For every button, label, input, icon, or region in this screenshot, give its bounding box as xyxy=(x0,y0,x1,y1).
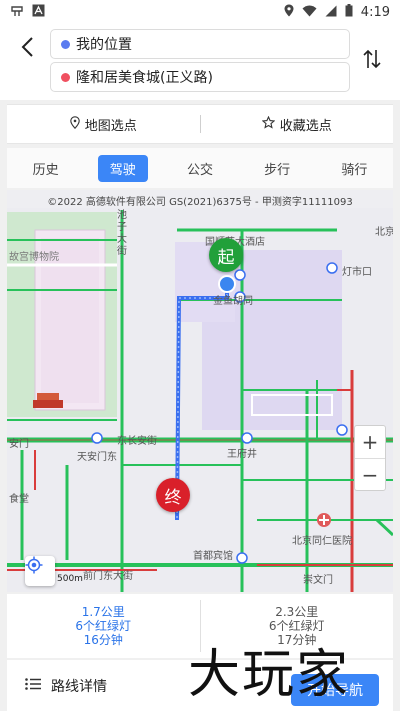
watermark: 大玩家 xyxy=(188,645,351,705)
map-label-jinyu: 金鱼胡同 xyxy=(213,296,253,307)
back-arrow-icon xyxy=(20,36,34,62)
tab-drive[interactable]: 驾驶 xyxy=(97,154,148,182)
signal-icon xyxy=(325,5,337,20)
map-label-palace: 故宫博物院 xyxy=(9,252,59,263)
favorite-pick-label: 收藏选点 xyxy=(279,118,332,134)
route-map[interactable]: ©2022 高德软件有限公司 GS(2021)6375号 - 甲测资字11111… xyxy=(7,190,393,592)
map-label-chi-street: 池子大街 xyxy=(117,210,127,257)
route-distance: 1.7公里 xyxy=(81,605,125,619)
origin-dot-icon xyxy=(61,39,70,49)
route-distance: 2.3公里 xyxy=(275,605,319,619)
map-pick-button[interactable]: 地图选点 xyxy=(7,115,200,134)
map-label-qianmen: 前门东大街 xyxy=(83,571,133,582)
a-badge-icon xyxy=(32,4,45,20)
map-label-wangfujing: 王府井 xyxy=(227,449,257,460)
map-scale: 500m xyxy=(57,574,83,584)
tab-bike[interactable]: 骑行 xyxy=(329,155,379,182)
destination-text: 隆和居美食城(正义路) xyxy=(76,70,213,86)
favorite-pick-button[interactable]: 收藏选点 xyxy=(201,115,394,134)
app-icon xyxy=(10,4,24,21)
map-label-shoudu: 首都宾馆 xyxy=(193,551,233,562)
map-label-anmen: 安门 xyxy=(9,439,29,450)
route-lights: 6个红绿灯 xyxy=(268,619,325,633)
locate-button[interactable] xyxy=(25,556,55,586)
map-label-shi: 食堂 xyxy=(9,494,29,505)
back-button[interactable] xyxy=(12,34,42,64)
map-label-changan: 东长安街 xyxy=(117,436,157,447)
route-header: 我的位置 隆和居美食城(正义路) xyxy=(0,24,400,100)
swap-arrows-icon xyxy=(362,48,382,74)
start-marker[interactable]: 起 xyxy=(209,238,243,272)
route-details-label: 路线详情 xyxy=(51,678,107,695)
swap-button[interactable] xyxy=(358,46,386,76)
status-time: 4:19 xyxy=(360,4,390,20)
map-pick-label: 地图选点 xyxy=(84,118,137,134)
map-label-beijing: 北京 xyxy=(375,227,393,238)
end-marker[interactable]: 终 xyxy=(156,478,190,512)
map-label-chongwenmen: 崇文门 xyxy=(303,575,333,586)
origin-text: 我的位置 xyxy=(76,37,132,53)
map-label-tiananmen-east: 天安门东 xyxy=(77,452,117,463)
origin-field[interactable]: 我的位置 xyxy=(50,29,350,59)
tab-history[interactable]: 历史 xyxy=(21,155,71,182)
map-copyright: ©2022 高德软件有限公司 GS(2021)6375号 - 甲测资字11111… xyxy=(47,197,353,208)
star-icon xyxy=(261,115,276,133)
map-label-dengshikou: 灯市口 xyxy=(342,267,372,278)
tab-transit[interactable]: 公交 xyxy=(175,155,225,182)
map-pin-icon xyxy=(69,115,80,133)
location-icon xyxy=(284,4,294,20)
zoom-control: + − xyxy=(354,425,386,491)
zoom-in-button[interactable]: + xyxy=(355,426,385,458)
route-option-1[interactable]: 1.7公里 6个红绿灯 16分钟 xyxy=(7,594,200,658)
route-time: 16分钟 xyxy=(83,633,123,647)
wifi-icon xyxy=(302,5,317,20)
destination-dot-icon xyxy=(61,72,70,82)
tab-walk[interactable]: 步行 xyxy=(252,155,302,182)
battery-icon xyxy=(345,4,353,20)
list-icon xyxy=(25,677,41,694)
route-lights: 6个红绿灯 xyxy=(75,619,132,633)
route-details-button[interactable]: 路线详情 xyxy=(25,676,107,696)
transport-tabs: 历史 驾驶 公交 步行 骑行 xyxy=(7,148,393,188)
status-bar: 4:19 xyxy=(0,0,400,24)
map-label-tongren: 北京同仁医院 xyxy=(292,536,352,547)
zoom-out-button[interactable]: − xyxy=(355,459,385,491)
destination-field[interactable]: 隆和居美食城(正义路) xyxy=(50,62,350,92)
pick-options-row: 地图选点 收藏选点 xyxy=(7,104,393,144)
